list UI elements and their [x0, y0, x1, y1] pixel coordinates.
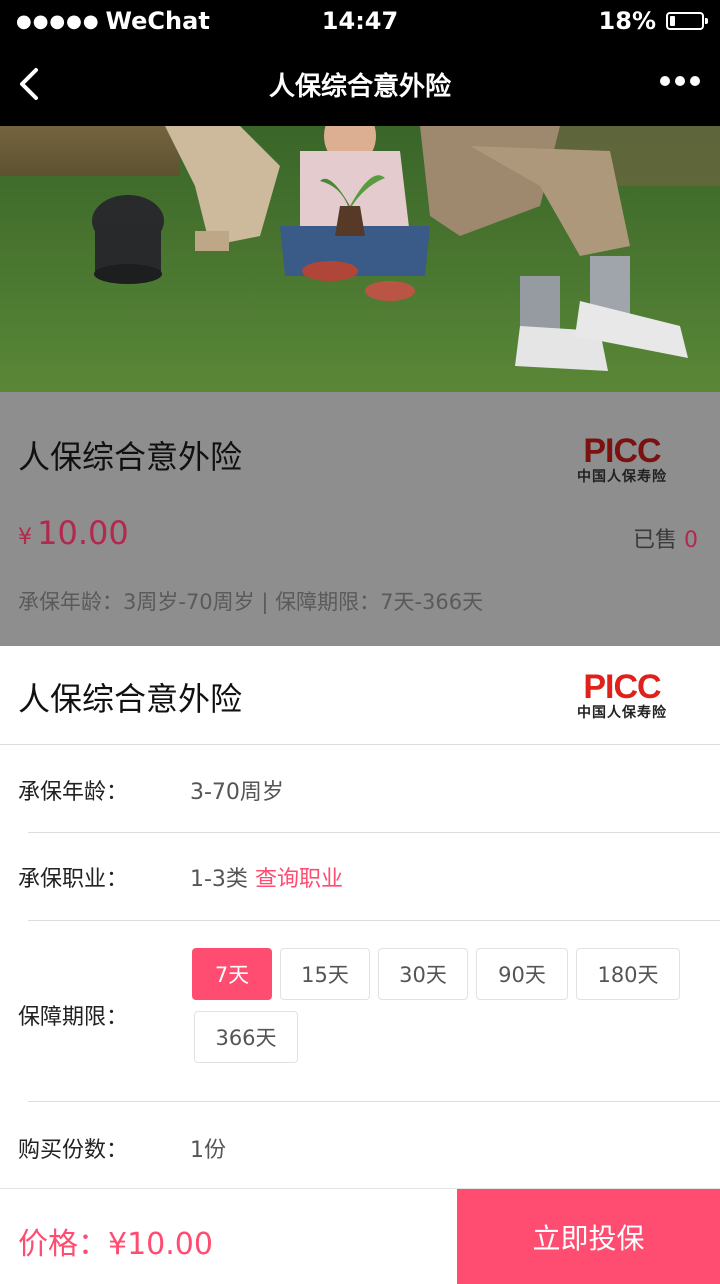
duration-option-15[interactable]: 15天: [280, 948, 370, 1000]
battery-icon: [666, 12, 708, 30]
hero-banner-image: [0, 126, 720, 392]
sold-number: 0: [684, 528, 698, 553]
duration-option-7[interactable]: 7天: [192, 948, 272, 1000]
picc-logo-mark: PICC: [583, 432, 661, 470]
quantity-row: 购买份数： 1份: [0, 1102, 720, 1188]
price-amount: 10.00: [37, 514, 129, 552]
product-info-overlay: 人保综合意外险 PICC 中国人保寿险 ¥ 10.00 已售 0 承保年龄：3周…: [0, 392, 720, 646]
coverage-terms: 承保年龄：3周岁-70周岁 | 保障期限：7天-366天: [18, 590, 484, 614]
battery-status: 18%: [598, 7, 708, 35]
status-bar: ●●●●● WeChat 14:47 18%: [0, 0, 720, 42]
duration-option-90[interactable]: 90天: [476, 948, 568, 1000]
duration-label: 保障期限：: [18, 1005, 129, 1030]
occupation-class: 1-3类: [190, 867, 248, 892]
duration-option-180[interactable]: 180天: [576, 948, 680, 1000]
age-row: 承保年龄： 3-70周岁: [0, 744, 720, 832]
occupation-label: 承保职业：: [18, 867, 129, 892]
age-value: 3-70周岁: [190, 780, 284, 805]
currency-symbol: ¥: [18, 525, 32, 550]
buy-now-button[interactable]: 立即投保: [457, 1189, 720, 1284]
product-price: ¥ 10.00: [18, 514, 129, 552]
sold-count: 已售 0: [633, 522, 698, 554]
duration-option-30[interactable]: 30天: [378, 948, 468, 1000]
sold-label: 已售: [632, 528, 677, 553]
nav-title: 人保综合意外险: [268, 72, 451, 102]
more-dot-icon: [690, 76, 700, 86]
occupation-row: 承保职业： 1-3类 查询职业: [0, 833, 720, 920]
query-occupation-link[interactable]: 查询职业: [255, 867, 343, 892]
picc-logo: PICC 中国人保寿险: [566, 670, 678, 722]
picc-logo: PICC 中国人保寿险: [566, 434, 678, 486]
duration-option-366[interactable]: 366天: [194, 1011, 298, 1063]
picc-logo-subtitle: 中国人保寿险: [577, 469, 667, 485]
navigation-bar: 人保综合意外险: [0, 42, 720, 126]
sheet-title: 人保综合意外险: [18, 680, 243, 718]
more-dot-icon: [675, 76, 685, 86]
checkout-bar: 价格：¥10.00 立即投保: [0, 1188, 720, 1284]
more-options-button[interactable]: [660, 76, 700, 86]
picc-logo-mark: PICC: [583, 668, 661, 706]
sheet-header: 人保综合意外险 PICC 中国人保寿险: [0, 646, 720, 745]
picc-logo-subtitle: 中国人保寿险: [577, 705, 667, 721]
occupation-value: 1-3类 查询职业: [190, 861, 343, 893]
total-price: 价格：¥10.00: [18, 1227, 213, 1262]
age-label: 承保年龄：: [18, 780, 129, 805]
quantity-label: 购买份数：: [18, 1138, 129, 1163]
quantity-value[interactable]: 1份: [190, 1132, 226, 1164]
battery-percent: 18%: [598, 7, 656, 35]
more-dot-icon: [660, 76, 670, 86]
product-name: 人保综合意外险: [18, 438, 243, 476]
